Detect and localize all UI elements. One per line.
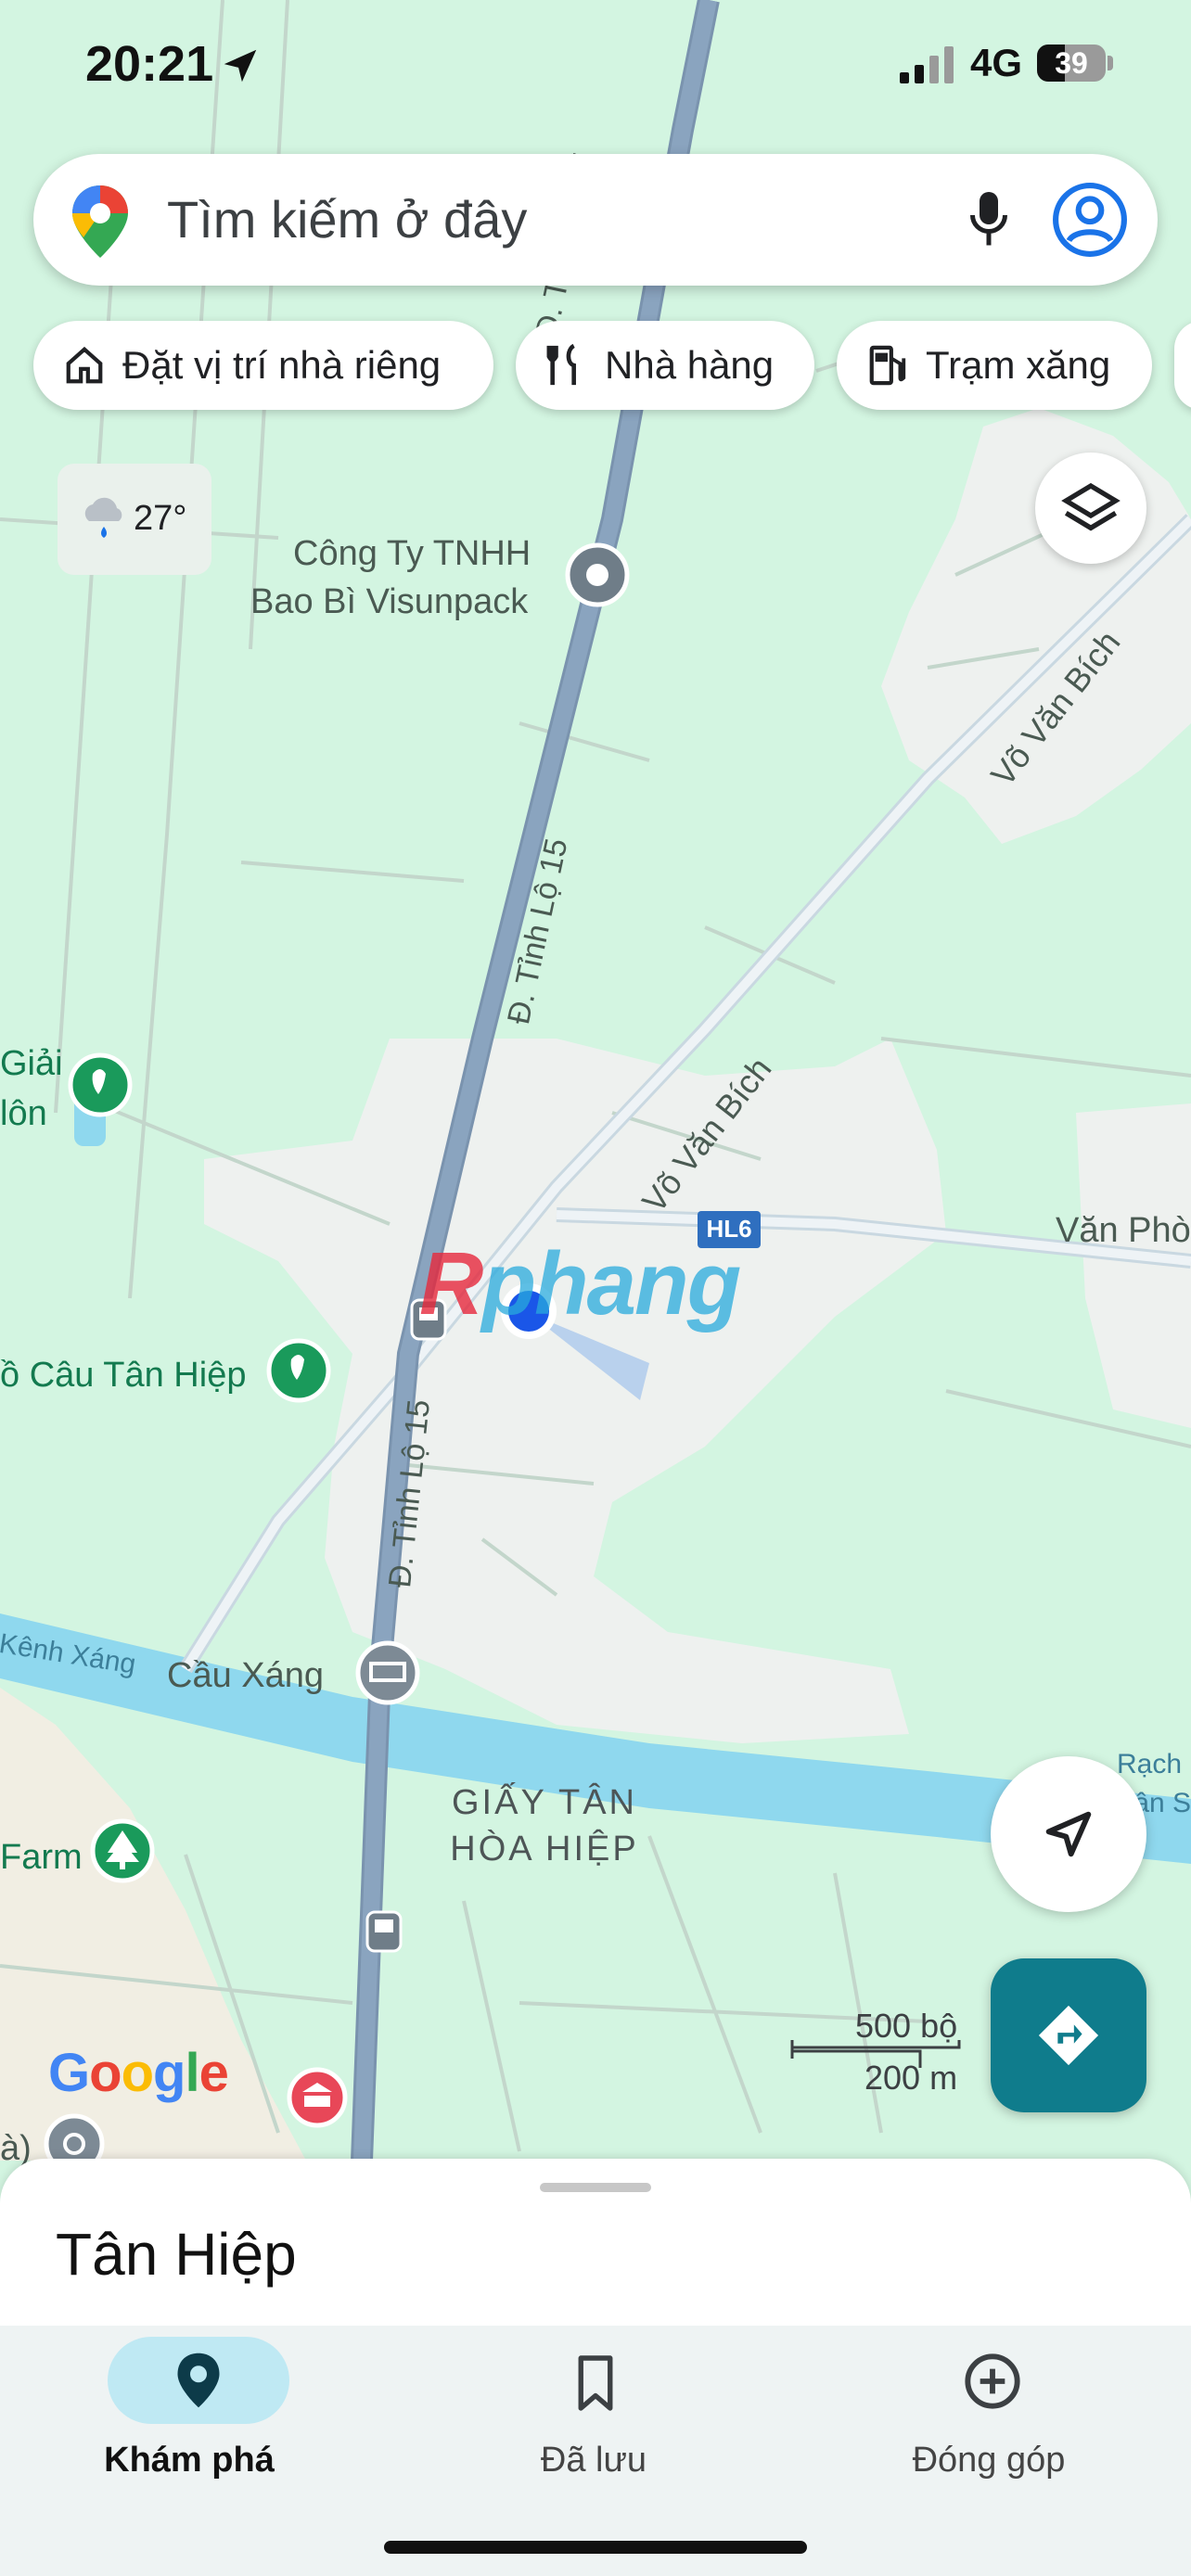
bookmark-icon (578, 2355, 613, 2411)
battery-icon: 39 (1037, 45, 1106, 82)
company-pin-marker (565, 542, 630, 607)
poi-left-1: Giải (0, 1044, 63, 1083)
watermark-text: phang (481, 1234, 741, 1333)
home-indicator[interactable] (384, 2541, 807, 2554)
watermark-logo: Rphang (419, 1234, 741, 1333)
chip-restaurants[interactable]: Nhà hàng (516, 321, 814, 410)
explore-pin-icon (177, 2353, 220, 2408)
tab-explore-highlight (108, 2337, 289, 2424)
google-maps-pin-icon (72, 185, 128, 258)
park-marker-left (68, 1052, 133, 1117)
water-label-rach: Rạch (1117, 1749, 1183, 1779)
park-marker-fish (266, 1338, 331, 1403)
chip-label-restaurants: Nhà hàng (605, 343, 775, 387)
scale-imperial: 500 bộ (855, 2007, 958, 2045)
road-label-van-pho: Văn Phò (1056, 1211, 1191, 1250)
tab-contribute[interactable]: Đóng góp (794, 2326, 1191, 2511)
area-label-line2: HÒA HIỆP (450, 1830, 639, 1868)
navigation-arrow-icon (1045, 1811, 1092, 1857)
battery-level: 39 (1055, 46, 1088, 80)
poi-farm: Farm (0, 1838, 83, 1877)
farm-tree-marker (90, 1818, 155, 1883)
search-input[interactable]: Tìm kiếm ở đây (167, 189, 527, 249)
network-type: 4G (970, 41, 1023, 84)
add-circle-icon (965, 2353, 1020, 2409)
gas-station-icon (869, 345, 906, 386)
bottom-tab-bar: Khám phá Đã lưu Đóng góp (0, 2326, 1191, 2576)
place-title: Tân Hiệp (56, 2221, 297, 2288)
chip-set-home[interactable]: Đặt vị trí nhà riêng (33, 321, 493, 410)
poi-company-line1: Công Ty TNHH (293, 534, 531, 573)
tab-saved[interactable]: Đã lưu (397, 2326, 794, 2511)
rain-cloud-icon (84, 497, 122, 538)
directions-button[interactable] (991, 1958, 1146, 2112)
poi-left-2: lôn (0, 1094, 47, 1133)
signal-icon (900, 46, 954, 83)
chip-label-home: Đặt vị trí nhà riêng (122, 343, 442, 387)
tab-explore-label: Khám phá (104, 2441, 275, 2480)
google-logo: Google (48, 2043, 229, 2103)
status-bar: 20:21 4G 39 (0, 0, 1191, 130)
my-location-button[interactable] (991, 1756, 1146, 1912)
tab-explore[interactable]: Khám phá (0, 2326, 397, 2511)
layers-button[interactable] (1035, 453, 1146, 564)
poi-bridge: Cầu Xáng (167, 1656, 325, 1695)
map-scale: 500 bộ 200 m (790, 2003, 967, 2097)
chip-label-gas-station: Trạm xăng (926, 343, 1111, 387)
place-sheet[interactable]: Tân Hiệp (0, 2159, 1191, 2326)
museum-marker (287, 2067, 348, 2128)
area-label-line1: GIẤY TÂN (452, 1783, 637, 1822)
poi-company-line2: Bao Bì Visunpack (250, 582, 529, 621)
tab-contribute-label: Đóng góp (912, 2441, 1066, 2480)
layers-icon (1061, 482, 1121, 531)
weather-widget[interactable]: 27° (58, 464, 211, 575)
chip-gas-station[interactable]: Trạm xăng (837, 321, 1152, 410)
location-arrow-icon (224, 49, 257, 83)
scale-metric: 200 m (864, 2059, 958, 2097)
search-bar[interactable]: Tìm kiếm ở đây (33, 154, 1158, 286)
restaurant-icon (546, 343, 576, 386)
account-icon[interactable] (1052, 182, 1128, 258)
status-time: 20:21 (85, 36, 214, 92)
bridge-marker (355, 1640, 420, 1705)
microphone-icon[interactable] (961, 187, 1017, 252)
directions-icon (1038, 2005, 1099, 2066)
sheet-handle[interactable] (540, 2183, 651, 2192)
bus-stop-marker-2 (365, 1910, 403, 1953)
poi-fishing: ồ Câu Tân Hiệp (0, 1356, 247, 1395)
tab-saved-label: Đã lưu (540, 2441, 647, 2480)
weather-temp: 27° (134, 499, 187, 538)
home-icon (66, 346, 103, 384)
